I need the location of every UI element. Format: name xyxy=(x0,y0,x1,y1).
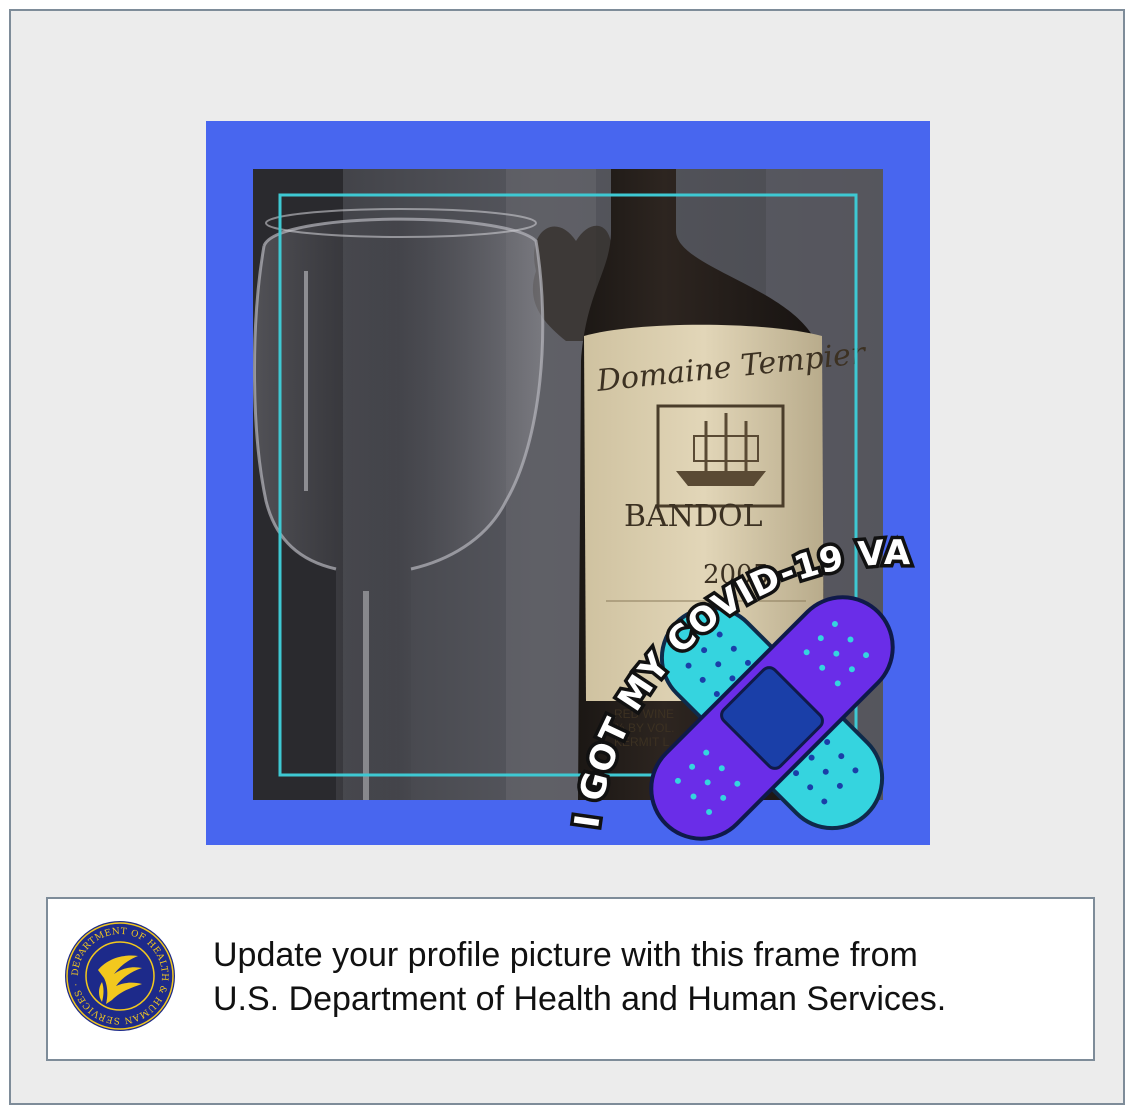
hhs-seal-logo: DEPARTMENT OF HEALTH & HUMAN SERVICES · … xyxy=(64,920,176,1032)
label-brand: BANDOL xyxy=(624,499,763,534)
message-text: Update your profile picture with this fr… xyxy=(213,933,1073,1021)
profile-frame-preview[interactable]: Domaine Tempier BANDOL 2005 RED WINE % B… xyxy=(206,121,930,845)
message-line-2: U.S. Department of Health and Human Serv… xyxy=(213,980,947,1018)
message-line-1: Update your profile picture with this fr… xyxy=(213,936,918,974)
